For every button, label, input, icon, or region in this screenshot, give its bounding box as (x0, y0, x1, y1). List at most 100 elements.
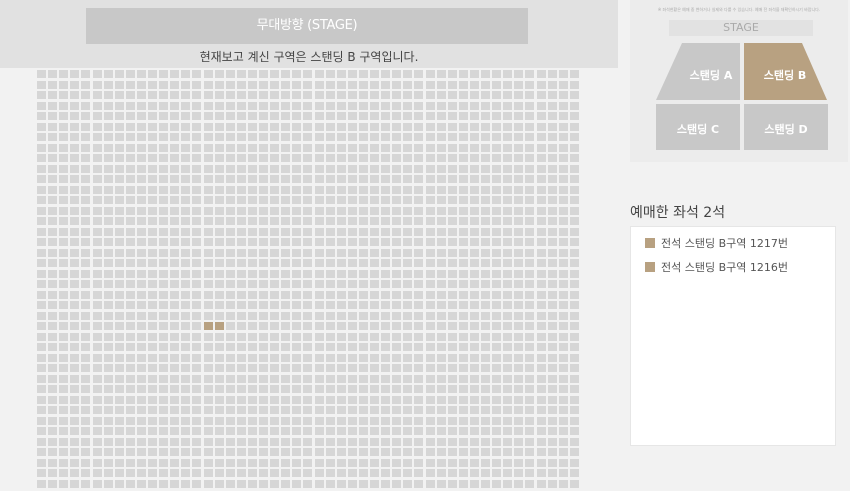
seat[interactable] (115, 207, 124, 215)
seat[interactable] (437, 144, 446, 152)
seat[interactable] (281, 291, 290, 299)
seat[interactable] (215, 102, 224, 110)
seat[interactable] (303, 165, 312, 173)
seat[interactable] (159, 480, 168, 488)
seat[interactable] (570, 301, 579, 309)
seat[interactable] (159, 322, 168, 330)
seat[interactable] (59, 102, 68, 110)
seat[interactable] (559, 291, 568, 299)
seat[interactable] (70, 322, 79, 330)
seat[interactable] (303, 343, 312, 351)
seat[interactable] (481, 438, 490, 446)
seat[interactable] (148, 396, 157, 404)
seat[interactable] (181, 396, 190, 404)
seat[interactable] (426, 459, 435, 467)
seat[interactable] (348, 175, 357, 183)
seat[interactable] (414, 459, 423, 467)
seat[interactable] (392, 417, 401, 425)
seat[interactable] (259, 196, 268, 204)
seat[interactable] (281, 217, 290, 225)
seat[interactable] (426, 259, 435, 267)
seat[interactable] (215, 385, 224, 393)
seat[interactable] (370, 385, 379, 393)
seat[interactable] (93, 417, 102, 425)
seat[interactable] (259, 270, 268, 278)
seat[interactable] (525, 238, 534, 246)
seat[interactable] (326, 238, 335, 246)
seat[interactable] (204, 438, 213, 446)
seat[interactable] (70, 354, 79, 362)
seat[interactable] (303, 480, 312, 488)
seat[interactable] (237, 438, 246, 446)
seat[interactable] (259, 186, 268, 194)
seat[interactable] (159, 459, 168, 467)
seat[interactable] (181, 417, 190, 425)
seat[interactable] (448, 438, 457, 446)
seat[interactable] (548, 364, 557, 372)
seat[interactable] (59, 322, 68, 330)
seat[interactable] (137, 354, 146, 362)
seat[interactable] (537, 207, 546, 215)
seat[interactable] (303, 207, 312, 215)
seat[interactable] (148, 249, 157, 257)
seat[interactable] (359, 259, 368, 267)
seat[interactable] (303, 427, 312, 435)
seat[interactable] (381, 175, 390, 183)
seat[interactable] (126, 427, 135, 435)
seat[interactable] (481, 301, 490, 309)
seat[interactable] (104, 480, 113, 488)
seat[interactable] (303, 186, 312, 194)
seat[interactable] (159, 270, 168, 278)
seat[interactable] (115, 333, 124, 341)
seat[interactable] (137, 312, 146, 320)
seat[interactable] (392, 427, 401, 435)
seat[interactable] (237, 249, 246, 257)
seat[interactable] (570, 81, 579, 89)
seat[interactable] (281, 375, 290, 383)
seat[interactable] (159, 312, 168, 320)
seat[interactable] (370, 480, 379, 488)
seat[interactable] (403, 322, 412, 330)
seat[interactable] (259, 249, 268, 257)
seat[interactable] (470, 70, 479, 78)
seat[interactable] (303, 385, 312, 393)
seat[interactable] (370, 91, 379, 99)
seat[interactable] (348, 238, 357, 246)
seat[interactable] (392, 123, 401, 131)
seat[interactable] (248, 207, 257, 215)
seat[interactable] (248, 165, 257, 173)
seat[interactable] (159, 291, 168, 299)
seat[interactable] (392, 301, 401, 309)
seat[interactable] (437, 385, 446, 393)
seat[interactable] (381, 322, 390, 330)
seat[interactable] (414, 417, 423, 425)
seat[interactable] (237, 154, 246, 162)
seat[interactable] (537, 91, 546, 99)
seat[interactable] (470, 270, 479, 278)
seat[interactable] (59, 81, 68, 89)
seat[interactable] (259, 364, 268, 372)
seat[interactable] (204, 91, 213, 99)
seat[interactable] (492, 427, 501, 435)
seat[interactable] (481, 154, 490, 162)
seat[interactable] (437, 228, 446, 236)
seat[interactable] (181, 354, 190, 362)
seat[interactable] (448, 364, 457, 372)
seat[interactable] (226, 291, 235, 299)
seat[interactable] (281, 270, 290, 278)
seat[interactable] (70, 469, 79, 477)
seat[interactable] (59, 196, 68, 204)
seat[interactable] (59, 438, 68, 446)
seat[interactable] (381, 91, 390, 99)
seat[interactable] (170, 417, 179, 425)
seat[interactable] (514, 70, 523, 78)
seat[interactable] (93, 301, 102, 309)
seat[interactable] (348, 417, 357, 425)
seat[interactable] (192, 354, 201, 362)
seat[interactable] (459, 312, 468, 320)
seat[interactable] (59, 469, 68, 477)
seat[interactable] (503, 102, 512, 110)
seat[interactable] (37, 364, 46, 372)
seat[interactable] (448, 217, 457, 225)
seat[interactable] (237, 144, 246, 152)
